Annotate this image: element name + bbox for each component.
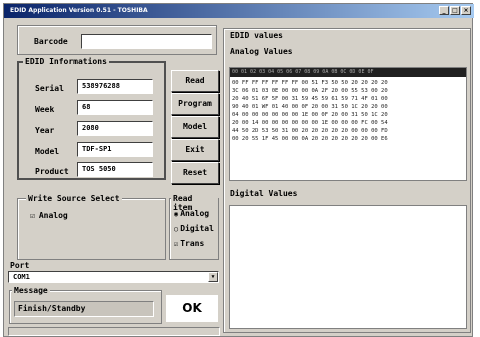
- product-field[interactable]: TOS 5050: [77, 162, 153, 177]
- edid-values-group: EDID values Analog Values 00 01 02 03 04…: [223, 28, 471, 333]
- application-window: EDID Application Version 0.51 - TOSHIBA …: [3, 3, 474, 337]
- hex-line: 00 20 55 1F 45 00 00 0A 20 20 20 20 20 2…: [232, 136, 388, 142]
- write-analog-label: Analog: [38, 211, 68, 220]
- write-source-title: Write Source Select: [26, 194, 122, 203]
- read-trans-label: Trans: [180, 239, 205, 248]
- serial-field[interactable]: 538976288: [77, 79, 153, 94]
- hex-line: 00 FF FF FF FF FF FF 00 51 F3 50 50 20 2…: [232, 80, 388, 86]
- model-field[interactable]: TDF-SP1: [77, 142, 153, 157]
- week-field[interactable]: 68: [77, 100, 153, 115]
- model-label: Model: [35, 147, 60, 156]
- read-button[interactable]: Read: [171, 70, 219, 92]
- year-label: Year: [35, 126, 55, 135]
- status-bar: [8, 327, 220, 336]
- read-analog-label: Analog: [180, 209, 210, 218]
- port-value: COM1: [13, 273, 30, 281]
- hex-line: 04 00 00 00 00 00 00 1E 00 0F 20 00 31 5…: [232, 112, 388, 118]
- write-source-group: Write Source Select ☑ Analog: [17, 194, 166, 260]
- reset-button[interactable]: Reset: [171, 162, 219, 184]
- checkbox-checked-icon: ☑: [174, 239, 179, 248]
- ok-indicator: OK: [166, 295, 218, 322]
- hex-line: 3C 06 01 03 0E 00 00 00 0A 2F 20 00 55 5…: [232, 88, 388, 94]
- message-status: Finish/Standby: [14, 301, 154, 317]
- write-analog-checkbox[interactable]: ☑ Analog: [30, 211, 68, 220]
- hex-line: 20 40 51 6F 5F 00 31 59 45 59 61 59 71 4…: [232, 96, 388, 102]
- title-bar: EDID Application Version 0.51 - TOSHIBA …: [4, 4, 474, 18]
- radio-unselected-icon: ○: [174, 224, 179, 233]
- read-analog-radio[interactable]: ◉ Analog: [174, 209, 209, 218]
- port-select[interactable]: COM1 ▼: [8, 271, 219, 283]
- port-label: Port: [10, 261, 30, 270]
- year-field[interactable]: 2080: [77, 121, 153, 136]
- message-group: Message Finish/Standby: [9, 286, 162, 324]
- barcode-input[interactable]: [81, 34, 212, 49]
- read-digital-radio[interactable]: ○ Digital: [174, 224, 214, 233]
- exit-button[interactable]: Exit: [171, 139, 219, 161]
- analog-values-title: Analog Values: [230, 47, 293, 56]
- digital-values-title: Digital Values: [230, 189, 298, 198]
- minimize-button[interactable]: _: [439, 6, 449, 15]
- week-label: Week: [35, 105, 55, 114]
- program-button[interactable]: Program: [171, 93, 219, 115]
- barcode-label: Barcode: [34, 37, 68, 46]
- product-label: Product: [35, 167, 69, 176]
- edid-values-title: EDID values: [228, 31, 285, 40]
- analog-hex-box[interactable]: 00 01 02 03 04 05 06 07 08 09 0A 0B 0C 0…: [229, 67, 467, 181]
- hex-column-header: 00 01 02 03 04 05 06 07 08 09 0A 0B 0C 0…: [230, 68, 466, 77]
- window-title: EDID Application Version 0.51 - TOSHIBA: [10, 7, 148, 14]
- edid-info-title: EDID Informations: [23, 57, 109, 66]
- radio-selected-icon: ◉: [174, 209, 179, 218]
- chevron-down-icon[interactable]: ▼: [208, 272, 218, 282]
- checkbox-checked-icon: ☑: [30, 211, 35, 220]
- model-button[interactable]: Model: [171, 116, 219, 138]
- hex-line: 90 40 01 WF 01 40 00 0F 20 00 31 50 1C 2…: [232, 104, 388, 110]
- read-trans-checkbox[interactable]: ☑ Trans: [174, 239, 204, 248]
- read-digital-label: Digital: [180, 224, 214, 233]
- barcode-group: Barcode: [17, 25, 217, 55]
- close-button[interactable]: ×: [461, 6, 471, 15]
- serial-label: Serial: [35, 84, 64, 93]
- hex-line: 20 00 14 00 00 00 00 00 00 1E 00 00 00 F…: [232, 120, 388, 126]
- read-item-group: Read item ◉ Analog ○ Digital ☑ Trans: [169, 194, 219, 260]
- maximize-button[interactable]: □: [450, 6, 460, 15]
- digital-hex-box[interactable]: [229, 205, 467, 329]
- hex-line: 44 50 2D 53 50 31 00 20 20 20 20 20 00 0…: [232, 128, 388, 134]
- message-title: Message: [12, 286, 50, 295]
